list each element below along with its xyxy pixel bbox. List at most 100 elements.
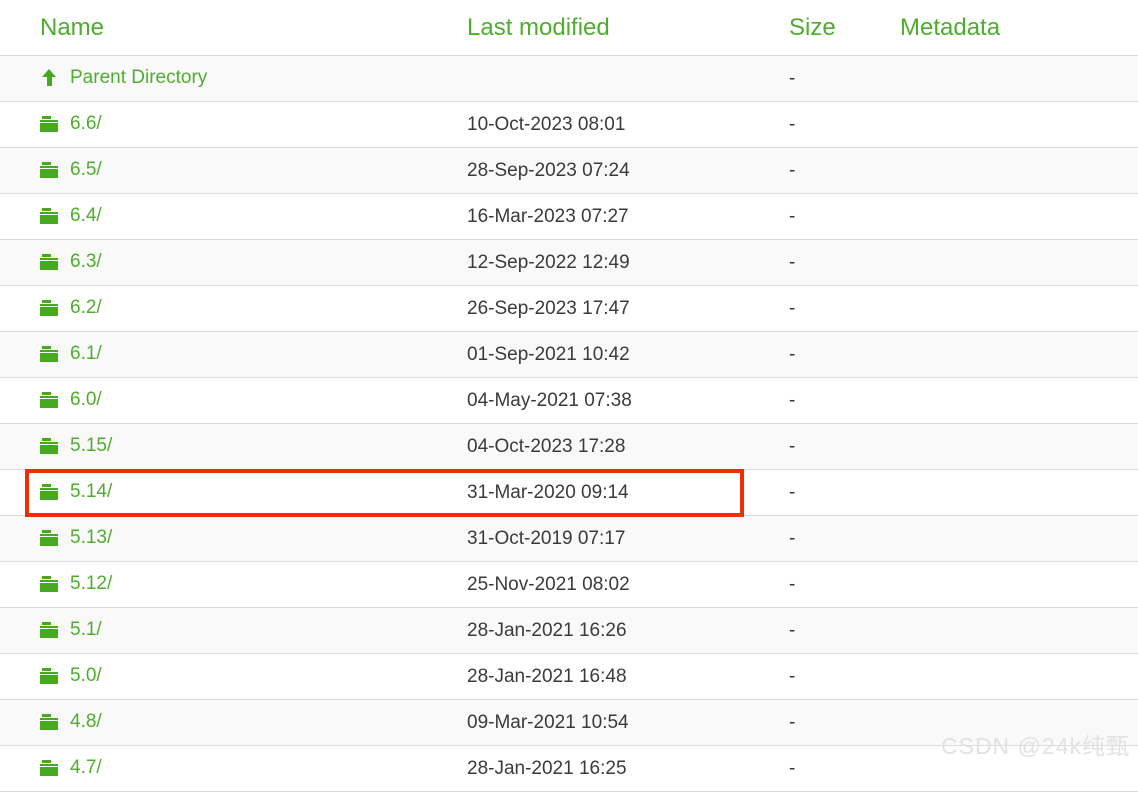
cell-name: 6.1/ <box>0 331 437 378</box>
table-body: Parent Directory -6.6/10-Oct-2023 08:01-6… <box>0 55 1138 792</box>
table-row[interactable]: 5.15/04-Oct-2023 17:28- <box>0 423 1138 470</box>
cell-name: 6.2/ <box>0 285 437 332</box>
cell-metadata <box>900 331 1138 378</box>
row-name-link[interactable]: 5.1/ <box>70 619 102 640</box>
table-row[interactable]: 6.6/10-Oct-2023 08:01- <box>0 101 1138 148</box>
table-row[interactable]: 6.2/26-Sep-2023 17:47- <box>0 285 1138 332</box>
row-name-link[interactable]: 6.3/ <box>70 251 102 272</box>
up-arrow-icon <box>40 69 60 87</box>
cell-name: 6.3/ <box>0 239 437 286</box>
column-header-size[interactable]: Size <box>789 0 900 56</box>
cell-metadata <box>900 101 1138 148</box>
cell-last-modified: 10-Oct-2023 08:01 <box>437 101 789 148</box>
table-row[interactable]: 6.3/12-Sep-2022 12:49- <box>0 239 1138 286</box>
cell-last-modified: 28-Sep-2023 07:24 <box>437 147 789 194</box>
cell-last-modified: 26-Sep-2023 17:47 <box>437 285 789 332</box>
directory-table: Name Last modified Size Metadata Parent … <box>0 0 1138 792</box>
cell-metadata <box>900 515 1138 562</box>
cell-size: - <box>789 285 900 332</box>
folder-icon <box>40 299 60 317</box>
cell-size: - <box>789 561 900 608</box>
cell-metadata <box>900 147 1138 194</box>
cell-size: - <box>789 193 900 240</box>
cell-last-modified: 12-Sep-2022 12:49 <box>437 239 789 286</box>
table-row[interactable]: 5.12/25-Nov-2021 08:02- <box>0 561 1138 608</box>
cell-name: 6.0/ <box>0 377 437 424</box>
row-name-link[interactable]: 5.12/ <box>70 573 112 594</box>
cell-name: 5.13/ <box>0 515 437 562</box>
table-row[interactable]: 5.1/28-Jan-2021 16:26- <box>0 607 1138 654</box>
column-header-metadata[interactable]: Metadata <box>900 0 1138 56</box>
row-name-link[interactable]: 6.1/ <box>70 343 102 364</box>
table-row[interactable]: 5.13/31-Oct-2019 07:17- <box>0 515 1138 562</box>
row-name-link[interactable]: 6.0/ <box>70 389 102 410</box>
folder-icon <box>40 253 60 271</box>
table-row[interactable]: 6.4/16-Mar-2023 07:27- <box>0 193 1138 240</box>
table-row[interactable]: 5.0/28-Jan-2021 16:48- <box>0 653 1138 700</box>
cell-name: 5.15/ <box>0 423 437 470</box>
row-name-link[interactable]: 6.4/ <box>70 205 102 226</box>
table-row[interactable]: 5.14/31-Mar-2020 09:14- <box>0 469 1138 516</box>
row-name-link[interactable]: 5.13/ <box>70 527 112 548</box>
row-name-link[interactable]: 6.6/ <box>70 113 102 134</box>
cell-metadata <box>900 469 1138 516</box>
cell-name: 6.5/ <box>0 147 437 194</box>
folder-icon <box>40 575 60 593</box>
row-name-link[interactable]: Parent Directory <box>70 67 207 88</box>
cell-size: - <box>789 239 900 286</box>
cell-name: 4.8/ <box>0 699 437 746</box>
folder-icon <box>40 437 60 455</box>
table-row[interactable]: Parent Directory - <box>0 55 1138 102</box>
folder-icon <box>40 115 60 133</box>
cell-metadata <box>900 377 1138 424</box>
cell-metadata <box>900 285 1138 332</box>
folder-icon <box>40 667 60 685</box>
cell-name: 6.4/ <box>0 193 437 240</box>
cell-size: - <box>789 377 900 424</box>
folder-icon <box>40 391 60 409</box>
cell-name: 6.6/ <box>0 101 437 148</box>
cell-size: - <box>789 147 900 194</box>
row-name-link[interactable]: 6.2/ <box>70 297 102 318</box>
table-row[interactable]: 6.0/04-May-2021 07:38- <box>0 377 1138 424</box>
cell-size: - <box>789 745 900 792</box>
cell-size: - <box>789 607 900 654</box>
folder-icon <box>40 161 60 179</box>
table-header-row: Name Last modified Size Metadata <box>0 0 1138 56</box>
column-header-name[interactable]: Name <box>0 0 437 56</box>
cell-metadata <box>900 561 1138 608</box>
folder-icon <box>40 529 60 547</box>
cell-last-modified: 16-Mar-2023 07:27 <box>437 193 789 240</box>
cell-last-modified: 28-Jan-2021 16:48 <box>437 653 789 700</box>
cell-size: - <box>789 699 900 746</box>
cell-last-modified: 04-Oct-2023 17:28 <box>437 423 789 470</box>
table-row[interactable]: 6.5/28-Sep-2023 07:24- <box>0 147 1138 194</box>
cell-size: - <box>789 55 900 102</box>
folder-icon <box>40 207 60 225</box>
cell-metadata <box>900 653 1138 700</box>
cell-metadata <box>900 607 1138 654</box>
column-header-last-modified[interactable]: Last modified <box>437 0 789 56</box>
row-name-link[interactable]: 4.8/ <box>70 711 102 732</box>
cell-size: - <box>789 515 900 562</box>
cell-size: - <box>789 423 900 470</box>
watermark: CSDN @24k纯甄 <box>941 733 1130 759</box>
row-name-link[interactable]: 5.14/ <box>70 481 112 502</box>
row-name-link[interactable]: 5.0/ <box>70 665 102 686</box>
cell-last-modified: 28-Jan-2021 16:26 <box>437 607 789 654</box>
cell-last-modified: 31-Oct-2019 07:17 <box>437 515 789 562</box>
folder-icon <box>40 713 60 731</box>
cell-metadata <box>900 193 1138 240</box>
cell-last-modified: 04-May-2021 07:38 <box>437 377 789 424</box>
row-name-link[interactable]: 5.15/ <box>70 435 112 456</box>
cell-last-modified: 28-Jan-2021 16:25 <box>437 745 789 792</box>
row-name-link[interactable]: 6.5/ <box>70 159 102 180</box>
cell-size: - <box>789 331 900 378</box>
cell-last-modified: 25-Nov-2021 08:02 <box>437 561 789 608</box>
folder-icon <box>40 621 60 639</box>
cell-metadata <box>900 55 1138 102</box>
directory-listing: Name Last modified Size Metadata Parent … <box>0 0 1138 792</box>
cell-size: - <box>789 469 900 516</box>
row-name-link[interactable]: 4.7/ <box>70 757 102 778</box>
table-row[interactable]: 6.1/01-Sep-2021 10:42- <box>0 331 1138 378</box>
